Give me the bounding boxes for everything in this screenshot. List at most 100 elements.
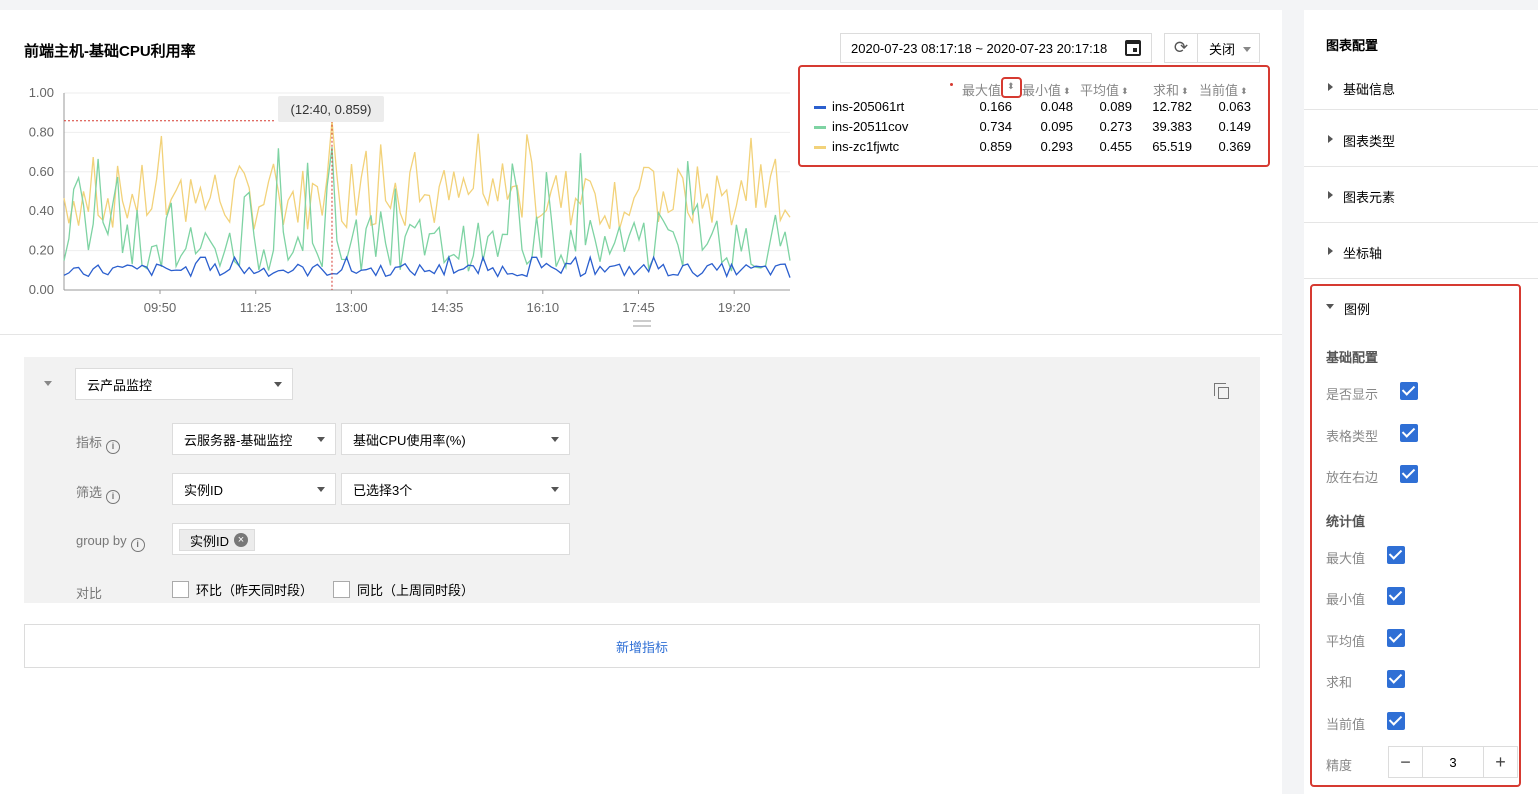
x-tick-label: 16:10 xyxy=(527,300,560,315)
legend-value-cur: 0.063 xyxy=(1218,99,1251,114)
legend-value-min: 0.095 xyxy=(1040,119,1073,134)
precision-value[interactable]: 3 xyxy=(1422,747,1484,777)
chevron-down-icon xyxy=(274,382,282,387)
add-metric-button[interactable]: 新增指标 xyxy=(24,624,1260,668)
sidebar-title: 图表配置 xyxy=(1326,38,1379,53)
legend-config-section: 图例 基础配置 是否显示 表格类型 放在右边 统计值 最大值 最小值 平均值 求… xyxy=(1310,284,1521,787)
chevron-right-icon xyxy=(1328,190,1333,199)
sidebar-item-basic-info[interactable]: 基础信息 xyxy=(1304,64,1538,110)
legend-row[interactable]: ins-20511cov 0.734 0.095 0.273 39.383 0.149 xyxy=(814,117,1264,137)
legend-row[interactable]: ins-205061rt 0.166 0.048 0.089 12.782 0.063 xyxy=(814,97,1264,117)
legend-value-sum: 39.383 xyxy=(1152,119,1192,134)
metric-service-select[interactable]: 云服务器-基础监控 xyxy=(172,423,336,455)
basic-config-title: 基础配置 xyxy=(1326,350,1379,365)
series-line xyxy=(63,147,791,272)
series-name: ins-20511cov xyxy=(832,119,909,134)
decrement-button[interactable]: − xyxy=(1389,747,1422,777)
legend-config-title[interactable]: 图例 xyxy=(1344,299,1370,318)
legend-value-min: 0.048 xyxy=(1040,99,1073,114)
chevron-down-icon xyxy=(551,487,559,492)
filter-label: 筛选 i xyxy=(76,482,121,504)
x-tick-label: 17:45 xyxy=(622,300,655,315)
x-tick-label: 13:00 xyxy=(335,300,368,315)
collapse-caret-icon[interactable] xyxy=(44,381,52,386)
compare-wow-checkbox[interactable]: 同比（上周同时段） xyxy=(333,580,474,599)
y-tick-label: 0.20 xyxy=(29,243,54,258)
sidebar-item-axis[interactable]: 坐标轴 xyxy=(1304,223,1538,279)
show-checkbox[interactable] xyxy=(1400,382,1418,400)
groupby-label: group by i xyxy=(76,533,145,552)
sort-icon: ⬍ xyxy=(1181,86,1189,96)
filter-field-select[interactable]: 实例ID xyxy=(172,473,336,505)
series-name: ins-zc1fjwtc xyxy=(832,139,900,154)
resize-handle[interactable] xyxy=(633,320,651,327)
divider xyxy=(0,334,1282,335)
filter-value-select[interactable]: 已选择3个 xyxy=(341,473,570,505)
option-right: 放在右边 xyxy=(1326,470,1379,485)
compare-dod-checkbox[interactable]: 环比（昨天同时段） xyxy=(172,580,313,599)
info-icon[interactable]: i xyxy=(106,490,121,504)
copy-icon[interactable] xyxy=(1214,383,1229,399)
min-checkbox[interactable] xyxy=(1387,587,1405,605)
sort-toggle-highlight[interactable]: ⬍ xyxy=(1001,77,1022,98)
cpu-line-chart: 1.00 0.80 0.60 0.40 0.20 0.00 09:50 11:25 13:00 1… xyxy=(29,85,791,315)
groupby-tag: 实例ID × xyxy=(179,529,256,551)
option-current: 当前值 xyxy=(1326,717,1366,732)
x-tick-label: 19:20 xyxy=(718,300,751,315)
increment-button[interactable]: + xyxy=(1484,747,1517,777)
legend-value-cur: 0.369 xyxy=(1218,139,1251,154)
legend-value-sum: 12.782 xyxy=(1152,99,1192,114)
query-panel: 云产品监控 指标 i 云服务器-基础监控 基础CPU使用率(%) 筛选 i 实例ID… xyxy=(24,357,1260,603)
chevron-right-icon xyxy=(1328,246,1333,255)
precision-stepper[interactable]: − 3 + xyxy=(1388,746,1518,778)
legend-value-avg: 0.455 xyxy=(1099,139,1132,154)
groupby-input[interactable]: 实例ID × xyxy=(172,523,570,555)
checkbox-box[interactable] xyxy=(333,581,350,598)
chevron-down-icon xyxy=(551,437,559,442)
legend-value-sum: 65.519 xyxy=(1152,139,1192,154)
sum-checkbox[interactable] xyxy=(1387,670,1405,688)
metric-label: 指标 i xyxy=(76,432,121,454)
product-select[interactable]: 云产品监控 xyxy=(75,368,293,400)
avg-checkbox[interactable] xyxy=(1387,629,1405,647)
place-right-checkbox[interactable] xyxy=(1400,465,1418,483)
sidebar-item-chart-type[interactable]: 图表类型 xyxy=(1304,111,1538,167)
series-swatch xyxy=(814,106,826,109)
remove-tag-icon[interactable]: × xyxy=(234,533,249,547)
legend-table: 最大值 ⬍ 最小值 ⬍ 平均值 ⬍ 求和 ⬍ 当前值 ⬍ ins-205061rt 0.1… xyxy=(798,65,1270,167)
y-tick-label: 0.80 xyxy=(29,124,54,139)
checkbox-box[interactable] xyxy=(172,581,189,598)
sidebar-item-chart-elements[interactable]: 图表元素 xyxy=(1304,167,1538,223)
precision-label: 精度 xyxy=(1326,758,1353,773)
tooltip-text: (12:40, 0.859) xyxy=(291,102,372,117)
sort-icon: ⬍ xyxy=(1121,86,1129,96)
metric-name-select[interactable]: 基础CPU使用率(%) xyxy=(341,423,570,455)
option-sum: 求和 xyxy=(1326,675,1353,690)
y-tick-label: 0.40 xyxy=(29,203,54,218)
chevron-right-icon xyxy=(1328,82,1333,91)
current-checkbox[interactable] xyxy=(1387,712,1405,730)
legend-row[interactable]: ins-zc1fjwtc 0.859 0.293 0.455 65.519 0.369 xyxy=(814,137,1264,157)
y-tick-label: 0.00 xyxy=(29,282,54,297)
compare-label: 对比 xyxy=(76,586,103,601)
max-checkbox[interactable] xyxy=(1387,546,1405,564)
info-icon[interactable]: i xyxy=(130,538,145,552)
info-icon[interactable]: i xyxy=(106,440,121,454)
series-line xyxy=(63,120,791,230)
series-name: ins-205061rt xyxy=(832,99,905,114)
sort-icon: ⬍ xyxy=(1240,86,1248,96)
metric-service-value: 云服务器-基础监控 xyxy=(184,432,293,448)
metric-name-value: 基础CPU使用率(%) xyxy=(353,432,466,448)
chevron-down-icon[interactable] xyxy=(1326,304,1334,309)
chart-panel: 前端主机-基础CPU利用率 2020-07-23 08:17:18 ~ 2020… xyxy=(0,10,1282,794)
y-tick-label: 0.60 xyxy=(29,164,54,179)
table-type-checkbox[interactable] xyxy=(1400,424,1418,442)
option-min: 最小值 xyxy=(1326,592,1366,607)
legend-value-cur: 0.149 xyxy=(1218,119,1251,134)
filter-field-value: 实例ID xyxy=(184,482,224,498)
sort-active-dot xyxy=(950,83,953,86)
option-table: 表格类型 xyxy=(1326,429,1379,444)
legend-value-min: 0.293 xyxy=(1040,139,1073,154)
chevron-down-icon xyxy=(317,487,325,492)
option-show: 是否显示 xyxy=(1326,387,1379,402)
